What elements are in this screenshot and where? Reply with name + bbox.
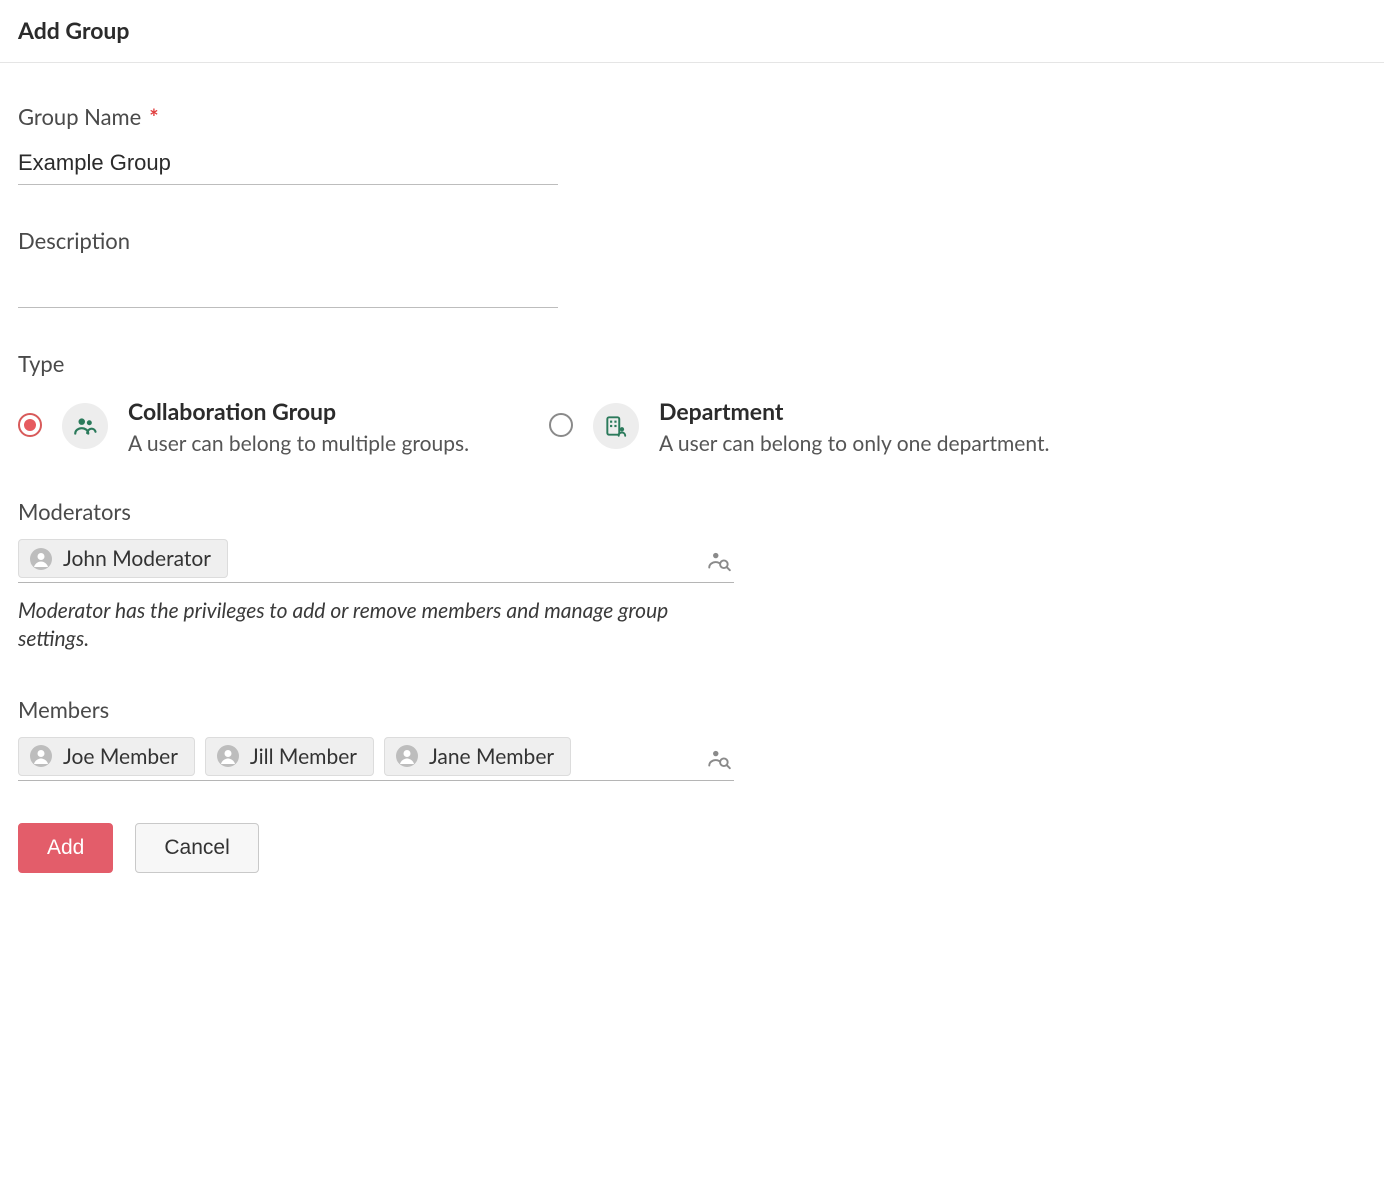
type-collab-title: Collaboration Group (128, 397, 469, 425)
page-title: Add Group (18, 16, 1366, 44)
member-chip[interactable]: Jill Member (205, 737, 374, 776)
field-moderators: Moderators John Moderator Moderat (18, 498, 1366, 654)
group-icon (62, 403, 108, 449)
required-mark: * (149, 106, 158, 128)
field-group-name: Group Name * (18, 103, 1366, 185)
group-name-label-text: Group Name (18, 103, 141, 130)
members-chips: Joe Member Jill Member Jane Member (18, 737, 571, 776)
form-actions: Add Cancel (18, 823, 1366, 873)
member-chip[interactable]: Joe Member (18, 737, 195, 776)
department-icon (593, 403, 639, 449)
members-picker[interactable]: Joe Member Jill Member Jane Member (18, 737, 734, 781)
add-button[interactable]: Add (18, 823, 113, 873)
user-search-icon[interactable] (704, 742, 734, 772)
dialog-header: Add Group (0, 0, 1384, 63)
type-dept-title: Department (659, 397, 1049, 425)
chip-label: John Moderator (63, 546, 211, 571)
type-collab-text: Collaboration Group A user can belong to… (128, 397, 469, 456)
moderator-chip[interactable]: John Moderator (18, 539, 228, 578)
type-dept-desc: A user can belong to only one department… (659, 431, 1049, 456)
radio-collaboration[interactable] (18, 413, 42, 437)
moderators-chips: John Moderator (18, 539, 228, 578)
type-options: Collaboration Group A user can belong to… (18, 397, 1366, 456)
user-search-icon[interactable] (704, 544, 734, 574)
chip-label: Jane Member (429, 744, 554, 769)
type-option-collaboration[interactable]: Collaboration Group A user can belong to… (18, 397, 469, 456)
description-label: Description (18, 227, 1366, 254)
members-label: Members (18, 696, 1366, 723)
moderators-picker[interactable]: John Moderator (18, 539, 734, 583)
person-icon (395, 744, 419, 768)
moderators-label: Moderators (18, 498, 1366, 525)
chip-label: Jill Member (250, 744, 357, 769)
cancel-button[interactable]: Cancel (135, 823, 258, 873)
type-option-department[interactable]: Department A user can belong to only one… (549, 397, 1049, 456)
moderators-helper: Moderator has the privileges to add or r… (18, 597, 718, 654)
radio-department[interactable] (549, 413, 573, 437)
field-type: Type Collaboration Group A user can belo… (18, 350, 1366, 456)
add-group-form: Group Name * Description Type (0, 63, 1384, 913)
type-collab-desc: A user can belong to multiple groups. (128, 431, 469, 456)
description-input[interactable] (18, 268, 558, 308)
type-label: Type (18, 350, 1366, 377)
group-name-label: Group Name * (18, 103, 1366, 130)
field-members: Members Joe Member Jill Member (18, 696, 1366, 781)
group-name-input[interactable] (18, 144, 558, 185)
member-chip[interactable]: Jane Member (384, 737, 571, 776)
person-icon (29, 547, 53, 571)
chip-label: Joe Member (63, 744, 178, 769)
person-icon (216, 744, 240, 768)
person-icon (29, 744, 53, 768)
type-dept-text: Department A user can belong to only one… (659, 397, 1049, 456)
field-description: Description (18, 227, 1366, 308)
